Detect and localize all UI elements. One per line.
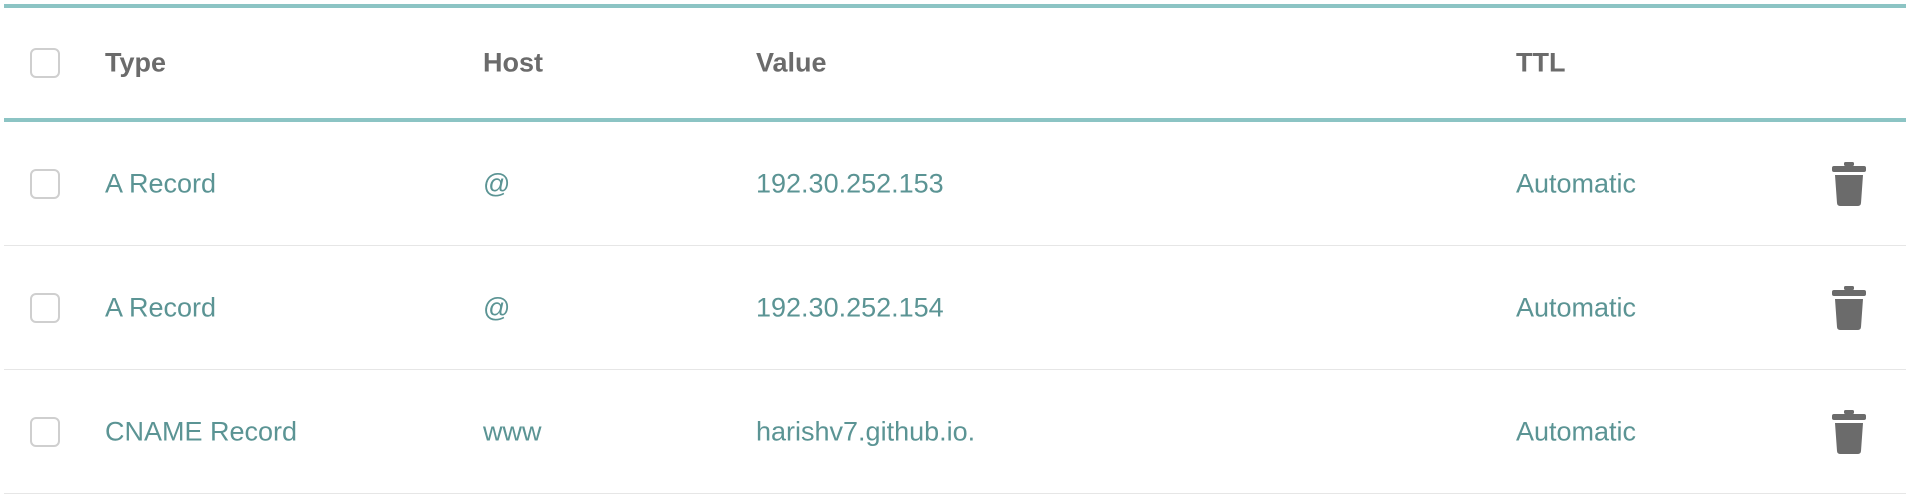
row-checkbox[interactable] <box>30 416 60 447</box>
delete-record-button[interactable] <box>1832 161 1866 206</box>
select-all-cell <box>30 48 60 78</box>
row-checkbox-cell <box>30 168 60 199</box>
record-value[interactable]: 192.30.252.153 <box>756 168 944 199</box>
record-ttl[interactable]: Automatic <box>1516 416 1636 447</box>
record-type[interactable]: A Record <box>105 292 216 323</box>
record-ttl[interactable]: Automatic <box>1516 292 1636 323</box>
record-host[interactable]: @ <box>483 292 510 323</box>
trash-icon <box>1832 409 1866 454</box>
row-checkbox-cell <box>30 292 60 323</box>
trash-icon <box>1832 161 1866 206</box>
header-ttl[interactable]: TTL <box>1516 48 1565 79</box>
header-host[interactable]: Host <box>483 48 543 79</box>
delete-record-button[interactable] <box>1832 285 1866 330</box>
record-value[interactable]: harishv7.github.io. <box>756 416 975 447</box>
trash-icon <box>1832 285 1866 330</box>
row-checkbox[interactable] <box>30 292 60 323</box>
header-type[interactable]: Type <box>105 48 166 79</box>
table-row: CNAME Record www harishv7.github.io. Aut… <box>4 370 1906 494</box>
dns-records-table: Type Host Value TTL A Record @ 192.30.25… <box>4 4 1906 494</box>
record-type[interactable]: A Record <box>105 168 216 199</box>
record-ttl[interactable]: Automatic <box>1516 168 1636 199</box>
row-checkbox[interactable] <box>30 168 60 199</box>
record-type[interactable]: CNAME Record <box>105 416 297 447</box>
header-value[interactable]: Value <box>756 48 827 79</box>
table-header: Type Host Value TTL <box>4 4 1906 122</box>
record-value[interactable]: 192.30.252.154 <box>756 292 944 323</box>
record-host[interactable]: @ <box>483 168 510 199</box>
record-host[interactable]: www <box>483 416 542 447</box>
row-checkbox-cell <box>30 416 60 447</box>
table-row: A Record @ 192.30.252.154 Automatic <box>4 246 1906 370</box>
table-row: A Record @ 192.30.252.153 Automatic <box>4 122 1906 246</box>
select-all-checkbox[interactable] <box>30 48 60 78</box>
delete-record-button[interactable] <box>1832 409 1866 454</box>
